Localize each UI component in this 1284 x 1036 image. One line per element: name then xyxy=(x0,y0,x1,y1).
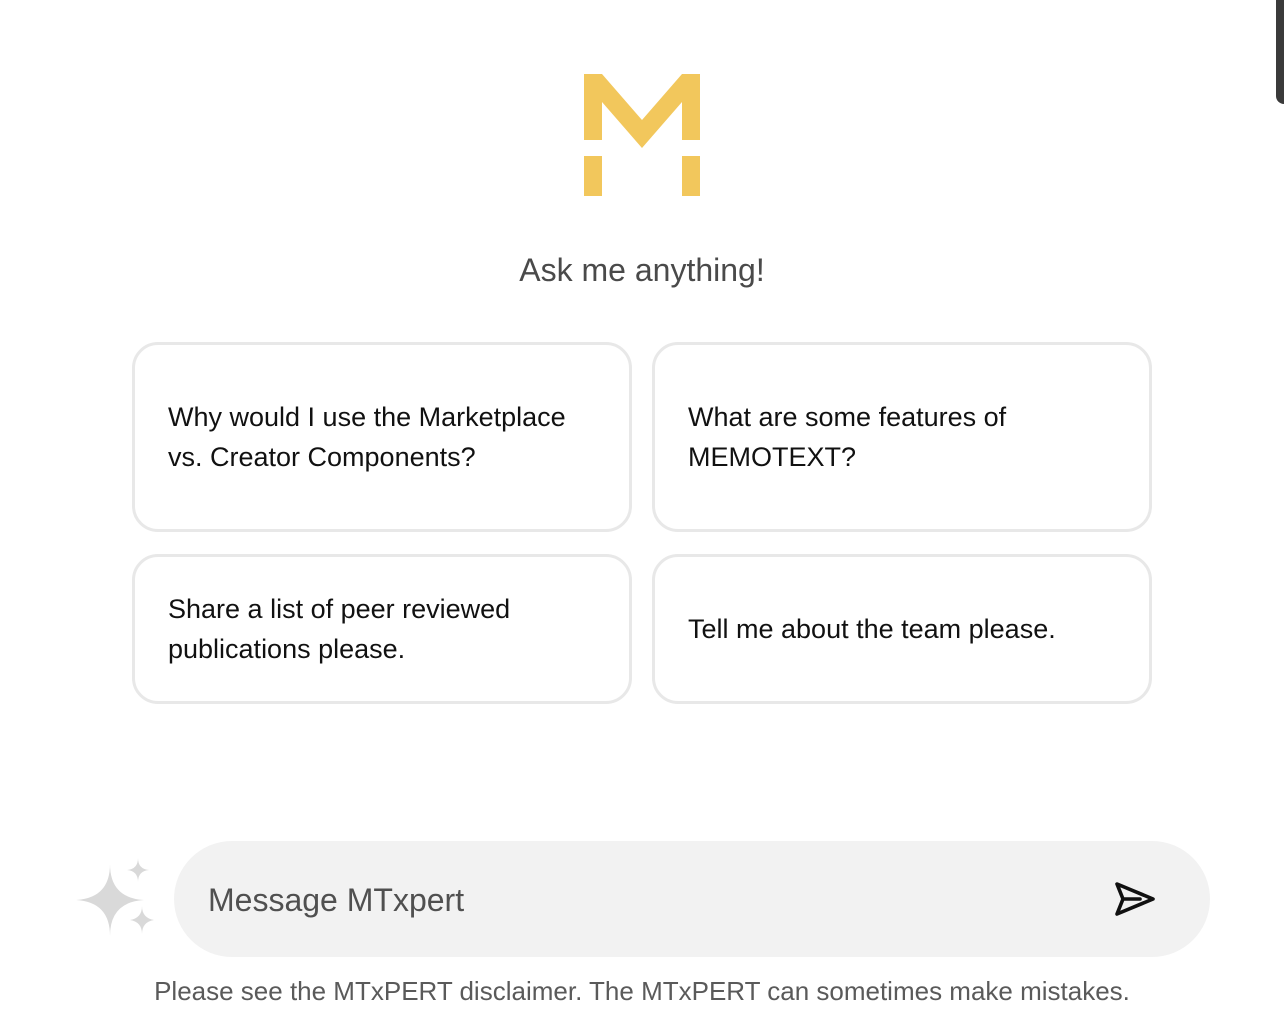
sparkle-icon xyxy=(76,858,154,936)
suggestion-card-publications[interactable]: Share a list of peer reviewed publicatio… xyxy=(132,554,632,704)
send-button[interactable] xyxy=(1112,877,1158,921)
chat-home: Ask me anything! Why would I use the Mar… xyxy=(0,0,1284,1036)
suggestion-card-marketplace[interactable]: Why would I use the Marketplace vs. Crea… xyxy=(132,342,632,532)
message-input[interactable] xyxy=(206,869,1090,931)
suggestion-label: Share a list of peer reviewed publicatio… xyxy=(168,594,511,664)
greeting-heading: Ask me anything! xyxy=(519,252,765,288)
suggestion-label: Why would I use the Marketplace vs. Crea… xyxy=(168,402,566,472)
suggestion-card-team[interactable]: Tell me about the team please. xyxy=(652,554,1152,704)
suggestion-card-features[interactable]: What are some features of MEMOTEXT? xyxy=(652,342,1152,532)
message-composer xyxy=(174,841,1210,957)
send-icon xyxy=(1115,882,1155,916)
suggestion-label: What are some features of MEMOTEXT? xyxy=(688,402,1007,472)
side-panel-handle[interactable] xyxy=(1276,0,1284,104)
disclaimer-text: Please see the MTxPERT disclaimer. The M… xyxy=(154,976,1130,1006)
suggestion-label: Tell me about the team please. xyxy=(688,614,1056,644)
memotext-logo xyxy=(584,74,700,196)
